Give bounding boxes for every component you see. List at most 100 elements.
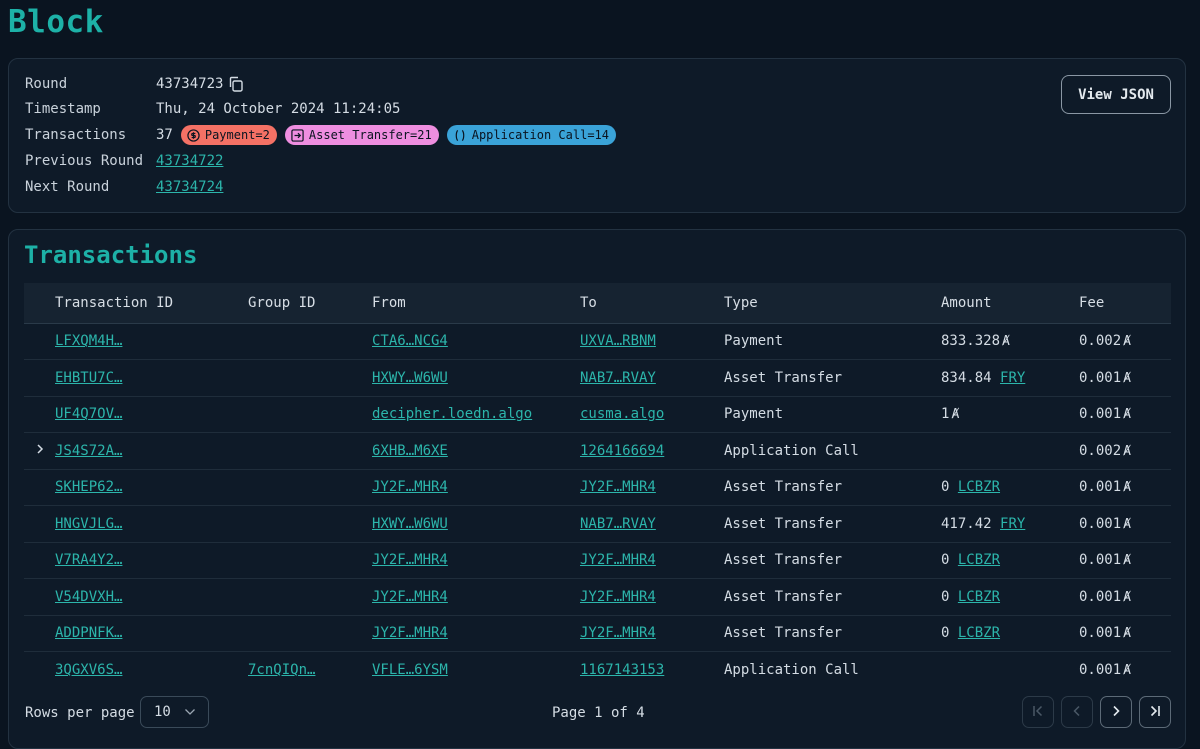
page-title: Block [8,4,104,40]
timestamp-row: Timestamp Thu, 24 October 2024 11:24:05 [25,98,400,120]
previous-page-button[interactable] [1061,696,1093,728]
transaction-type: Payment [724,406,784,423]
previous-round-link[interactable]: 43734722 [156,153,223,169]
transaction-id-link[interactable]: ADDPNFK… [55,625,122,641]
rows-per-page-label: Rows per page [25,705,135,721]
table-row: UF4Q7OV… decipher.loedn.algo cusma.algo Pay… [24,395,1171,433]
table-row: JS4S72A… 6XHB…M6XE 1264166694 Application C… [24,432,1171,469]
amount-value: 417.42 [941,515,992,532]
algo-icon: Ⱥ [1123,626,1131,642]
round-label: Round [25,76,68,92]
view-json-button[interactable]: View JSON [1061,75,1171,114]
asset-link[interactable]: LCBZR [958,589,1000,605]
transaction-id-link[interactable]: JS4S72A… [55,443,122,459]
asset-transfer-badge-label: Asset Transfer=21 [308,128,432,142]
column-header-type: Type [724,294,758,311]
transactions-card: Transactions Transaction ID Group ID Fro… [8,229,1186,749]
next-page-button[interactable] [1100,696,1132,728]
table-row: HNGVJLG… HXWY…W6WU NAB7…RVAY Asset Transfer… [24,505,1171,542]
first-page-icon [1030,703,1046,722]
expand-cell [24,578,55,615]
block-details-card: Round 43734723 Timestamp Thu, 24 October… [8,58,1186,213]
to-address-link[interactable]: NAB7…RVAY [580,516,656,532]
transaction-id-link[interactable]: SKHEP62… [55,479,122,495]
to-address-link[interactable]: JY2F…MHR4 [580,589,656,605]
rows-per-page-select[interactable]: 10 [140,696,209,728]
transaction-type: Asset Transfer [724,552,843,569]
expand-cell [24,468,55,506]
copy-icon[interactable] [227,75,245,93]
fee-value: 0.001 [1079,662,1122,678]
from-address-link[interactable]: VFLE…6YSM [372,662,448,678]
algo-icon: Ⱥ [1123,370,1131,386]
first-page-button[interactable] [1022,696,1054,728]
amount-value: 0 [941,625,950,642]
to-address-link[interactable]: 1264166694 [580,443,664,459]
expand-cell [24,505,55,542]
asset-link[interactable]: FRY [1000,370,1025,386]
to-address-link[interactable]: UXVA…RBNM [580,333,656,349]
algo-icon: Ⱥ [951,407,960,423]
page-info: Page 1 of 4 [552,705,645,721]
chevron-right-icon[interactable] [35,443,45,455]
from-address-link[interactable]: decipher.loedn.algo [372,406,532,422]
asset-link[interactable]: LCBZR [958,552,1000,568]
column-header-to: To [580,294,597,311]
to-address-link[interactable]: NAB7…RVAY [580,370,656,386]
to-address-link[interactable]: JY2F…MHR4 [580,552,656,568]
table-row: ADDPNFK… JY2F…MHR4 JY2F…MHR4 Asset Transfer… [24,614,1171,652]
from-address-link[interactable]: JY2F…MHR4 [372,479,448,495]
from-address-link[interactable]: HXWY…W6WU [372,516,448,532]
next-round-label: Next Round [25,179,110,195]
transactions-row: Transactions 37 Payment=2 Asset Transfer… [25,124,616,146]
transaction-id-link[interactable]: EHBTU7C… [55,370,122,386]
transaction-id-link[interactable]: LFXQM4H… [55,333,122,349]
from-address-link[interactable]: CTA6…NCG4 [372,333,448,349]
transaction-id-link[interactable]: 3QGXV6S… [55,662,122,678]
to-address-link[interactable]: JY2F…MHR4 [580,479,656,495]
next-round-link[interactable]: 43734724 [156,179,223,195]
arrow-box-icon [291,128,304,142]
table-row: V7RA4Y2… JY2F…MHR4 JY2F…MHR4 Asset Transfer… [24,541,1171,579]
asset-link[interactable]: LCBZR [958,479,1000,495]
fee-value: 0.002 [1079,333,1122,350]
transaction-id-link[interactable]: V7RA4Y2… [55,552,122,568]
from-address-link[interactable]: JY2F…MHR4 [372,552,448,568]
round-row: Round 43734723 [25,73,245,95]
asset-link[interactable]: LCBZR [958,625,1000,641]
next-round-row: Next Round 43734724 [25,176,223,198]
algo-icon: Ⱥ [1123,516,1131,532]
from-address-link[interactable]: JY2F…MHR4 [372,625,448,641]
to-address-link[interactable]: JY2F…MHR4 [580,625,656,641]
from-address-link[interactable]: JY2F…MHR4 [372,589,448,605]
fee-value: 0.002 [1079,442,1122,459]
expand-cell[interactable] [24,432,55,469]
rows-per-page-value: 10 [154,704,171,720]
column-header-amount: Amount [941,294,992,311]
column-header-transaction-id: Transaction ID [55,294,174,311]
transaction-id-link[interactable]: UF4Q7OV… [55,406,122,422]
prev-page-icon [1069,703,1085,722]
last-page-button[interactable] [1139,696,1171,728]
transactions-label: Transactions [25,127,127,143]
asset-link[interactable]: FRY [1000,516,1025,532]
transaction-type: Asset Transfer [724,369,843,386]
transaction-type: Asset Transfer [724,479,843,496]
group-id-link[interactable]: 7cnQIQn… [248,662,315,678]
round-value: 43734723 [156,76,224,92]
transaction-type: Asset Transfer [724,515,843,532]
amount-value: 1 [941,406,950,423]
transaction-id-link[interactable]: V54DVXH… [55,589,122,605]
from-address-link[interactable]: 6XHB…M6XE [372,443,448,459]
expand-cell [24,395,55,433]
from-address-link[interactable]: HXWY…W6WU [372,370,448,386]
timestamp-label: Timestamp [25,101,101,117]
transaction-id-link[interactable]: HNGVJLG… [55,516,122,532]
to-address-link[interactable]: cusma.algo [580,406,664,422]
algo-icon: Ⱥ [1123,663,1131,678]
to-address-link[interactable]: 1167143153 [580,662,664,678]
fee-value: 0.001 [1079,406,1122,423]
previous-round-label: Previous Round [25,153,144,169]
payment-badge-label: Payment=2 [204,128,270,142]
transactions-title: Transactions [24,241,198,269]
